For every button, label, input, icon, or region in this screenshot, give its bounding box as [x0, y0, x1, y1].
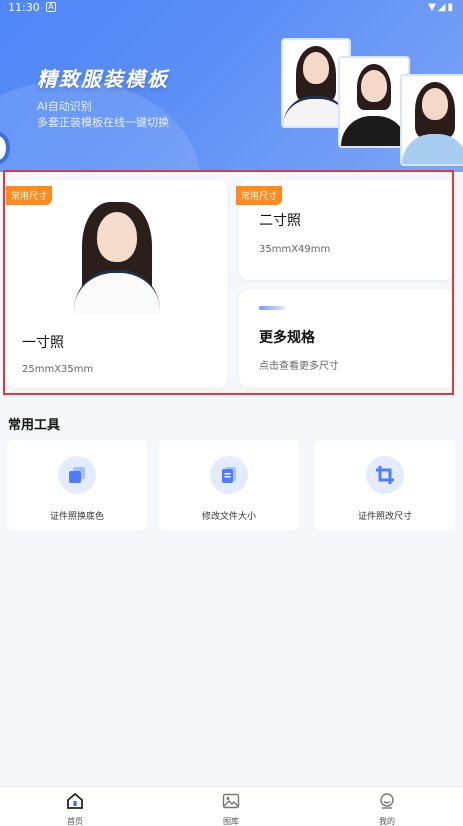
nav-item-gallery[interactable]: 图库 — [201, 793, 261, 826]
home-icon — [67, 792, 83, 809]
tool-change-size[interactable]: 证件照改尺寸 — [315, 440, 455, 530]
tools-section-title: 常用工具 — [8, 418, 61, 433]
tool-label: 证件照换底色 — [49, 512, 104, 522]
tool-label: 修改文件大小 — [201, 512, 256, 522]
nav-label: 图库 — [223, 817, 239, 826]
banner-title: 精致服装模板 — [37, 67, 169, 91]
system-icons: ▼◢▮ — [428, 2, 455, 13]
tool-change-background[interactable]: 证件照换底色 — [7, 440, 147, 530]
card-subtitle: 点击查看更多尺寸 — [259, 361, 339, 372]
status-time: 11:30 — [8, 1, 40, 14]
card-size: 35mmX49mm — [259, 244, 331, 255]
card-one-inch[interactable]: 常用尺寸 一寸照 25mmX35mm — [6, 180, 228, 388]
profile-icon — [380, 793, 394, 809]
nav-item-profile[interactable]: 我的 — [357, 793, 417, 826]
nav-label: 首页 — [67, 817, 83, 826]
gallery-icon — [222, 793, 240, 809]
card-title: 二寸照 — [259, 213, 301, 229]
banner-photo-3 — [400, 74, 463, 166]
banner-subtitle-2: 多套正装模板在线一键切换 — [37, 116, 169, 129]
layers-icon — [58, 456, 96, 494]
card-title: 一寸照 — [22, 335, 64, 351]
banner-subtitle-1: AI自动识别 — [37, 100, 92, 113]
common-size-tag: 常用尺寸 — [6, 186, 53, 205]
card-size: 25mmX35mm — [22, 364, 94, 375]
tool-resize-file[interactable]: 修改文件大小 — [159, 440, 299, 530]
crop-icon — [366, 456, 404, 494]
common-size-tag: 常用尺寸 — [236, 186, 283, 205]
banner[interactable]: 11:30 A ▼◢▮ 精致服装模板 AI自动识别 多套正装模板在线一键切换 — [0, 0, 463, 172]
tool-label: 证件照改尺寸 — [357, 512, 412, 522]
nav-label: 我的 — [379, 817, 395, 826]
document-icon — [210, 456, 248, 494]
sample-id-photo — [74, 202, 160, 314]
banner-pager — [218, 160, 248, 164]
card-two-inch[interactable]: 常用尺寸 二寸照 35mmX49mm — [236, 180, 455, 280]
notification-icon: A — [46, 2, 56, 12]
app-page: 11:30 A ▼◢▮ 精致服装模板 AI自动识别 多套正装模板在线一键切换 常… — [0, 0, 463, 826]
bottom-nav: 首页 图库 我的 — [0, 786, 463, 826]
card-title: 更多规格 — [259, 330, 315, 346]
accent-line — [259, 306, 285, 310]
status-bar: 11:30 A ▼◢▮ — [0, 0, 463, 16]
card-more-sizes[interactable]: 更多规格 点击查看更多尺寸 — [239, 289, 455, 388]
nav-item-home[interactable]: 首页 — [45, 792, 105, 826]
